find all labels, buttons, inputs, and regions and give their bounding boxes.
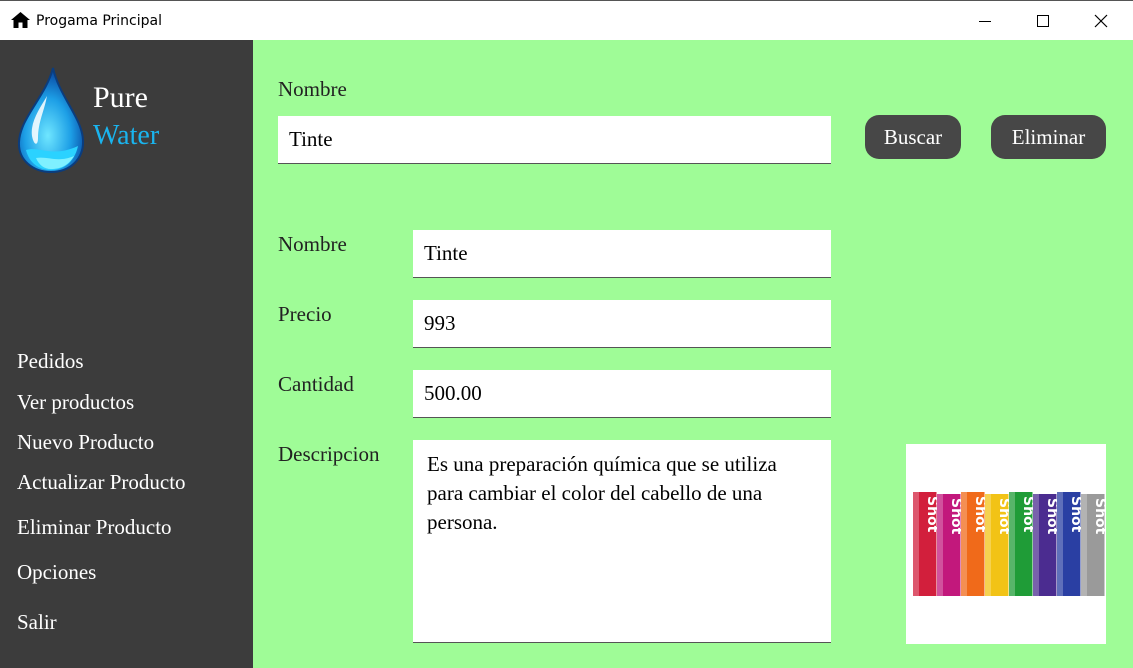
nav-item-ver-productos[interactable]: Ver productos: [17, 390, 134, 415]
dye-box: Shot: [1009, 492, 1036, 596]
descripcion-label: Descripcion: [278, 442, 380, 466]
nav-item-pedidos[interactable]: Pedidos: [17, 349, 84, 374]
eliminar-button[interactable]: Eliminar: [991, 115, 1106, 159]
cantidad-label: Cantidad: [278, 372, 354, 396]
precio-field[interactable]: [413, 300, 831, 348]
dye-box: Shot: [913, 492, 940, 596]
maximize-button[interactable]: [1014, 1, 1072, 41]
title-bar: Progama Principal: [0, 0, 1133, 40]
dye-box: Shot: [1057, 492, 1084, 596]
nombre-field[interactable]: [413, 230, 831, 278]
dye-box: Shot: [1033, 494, 1060, 596]
close-button[interactable]: [1072, 1, 1130, 41]
main-panel: Nombre Buscar Eliminar Nombre Precio Can…: [253, 40, 1133, 668]
sidebar: Pure Water Pedidos Ver productos Nuevo P…: [0, 40, 253, 668]
nav-item-nuevo-producto[interactable]: Nuevo Producto: [17, 430, 154, 455]
app-window: Progama Principal Pure Water Pedidos Ver…: [0, 0, 1133, 668]
nav-item-salir[interactable]: Salir: [17, 610, 57, 635]
logo-text-pure: Pure: [93, 81, 148, 114]
buscar-button[interactable]: Buscar: [865, 115, 961, 159]
minimize-icon: [979, 21, 991, 22]
product-image: Shot Shot Shot Shot Shot Shot Shot Shot: [906, 444, 1108, 644]
dye-box: Shot: [961, 492, 988, 596]
close-icon: [1094, 14, 1108, 28]
dye-box: Shot: [937, 494, 964, 596]
svg-text:Shot: Shot: [1092, 498, 1106, 535]
search-label: Nombre: [278, 77, 347, 101]
home-icon: [11, 12, 30, 28]
minimize-button[interactable]: [956, 1, 1014, 41]
maximize-icon: [1037, 15, 1049, 27]
nav-item-eliminar-producto[interactable]: Eliminar Producto: [17, 515, 172, 540]
precio-label: Precio: [278, 302, 332, 326]
search-input[interactable]: [278, 116, 831, 164]
nav-item-actualizar-producto[interactable]: Actualizar Producto: [17, 470, 186, 495]
dye-box: Shot: [985, 494, 1012, 596]
water-drop-icon: [17, 67, 85, 174]
dye-box: Shot: [1081, 494, 1108, 596]
logo-text-water: Water: [93, 120, 160, 151]
nombre-label: Nombre: [278, 232, 347, 256]
window-title: Progama Principal: [36, 13, 162, 29]
descripcion-field[interactable]: Es una preparación química que se utiliz…: [413, 440, 831, 643]
cantidad-field[interactable]: [413, 370, 831, 418]
hair-dye-boxes-image: Shot Shot Shot Shot Shot Shot Shot Shot: [913, 492, 1108, 596]
nav-item-opciones[interactable]: Opciones: [17, 560, 96, 585]
